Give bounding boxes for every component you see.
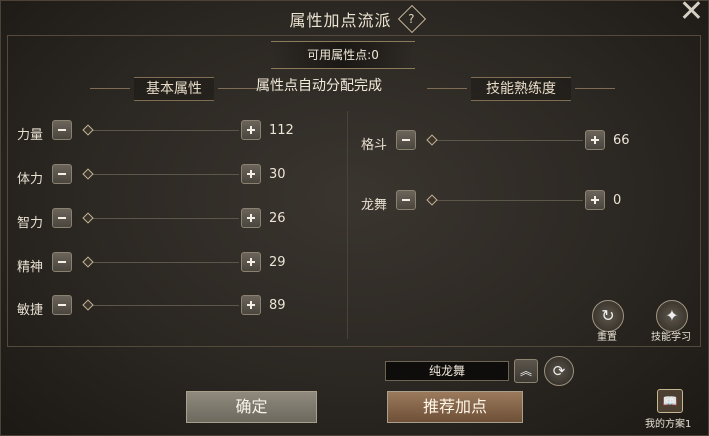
increase-button[interactable] bbox=[241, 120, 261, 140]
attribute-row-agility: 敏捷 89 bbox=[17, 295, 307, 319]
increase-button[interactable] bbox=[585, 130, 605, 150]
attribute-row-stamina: 体力 30 bbox=[17, 164, 307, 188]
slider-track[interactable] bbox=[433, 200, 583, 201]
slider-handle[interactable] bbox=[82, 168, 94, 180]
my-scheme-label[interactable]: 我的方案1 bbox=[645, 415, 691, 430]
increase-button[interactable] bbox=[241, 252, 261, 272]
attribute-row-intelligence: 智力 26 bbox=[17, 208, 307, 232]
attribute-panel: 属性加点流派 ? ✕ 可用属性点:0 基本属性 属性点自动分配完成 技能熟练度 … bbox=[0, 0, 709, 436]
confirm-button[interactable]: 确定 bbox=[186, 391, 317, 423]
slider-handle[interactable] bbox=[426, 194, 438, 206]
slider-handle[interactable] bbox=[82, 124, 94, 136]
skill-proficiency-header: 技能熟练度 bbox=[427, 77, 615, 101]
attribute-value: 30 bbox=[269, 167, 286, 182]
attribute-value: 89 bbox=[269, 298, 286, 313]
attribute-row-spirit: 精神 29 bbox=[17, 252, 307, 276]
reset-label: 重置 bbox=[597, 332, 617, 343]
attribute-label: 力量 bbox=[17, 128, 44, 143]
skill-value: 66 bbox=[613, 133, 630, 148]
slider-handle[interactable] bbox=[426, 134, 438, 146]
basic-attributes-header: 基本属性 bbox=[90, 77, 258, 101]
attribute-label: 智力 bbox=[17, 216, 44, 231]
available-points: 可用属性点:0 bbox=[271, 41, 415, 69]
column-divider bbox=[347, 111, 348, 339]
decrease-button[interactable] bbox=[52, 295, 72, 315]
slider-handle[interactable] bbox=[82, 212, 94, 224]
attribute-row-strength: 力量 112 bbox=[17, 120, 307, 144]
skill-label: 格斗 bbox=[361, 138, 388, 153]
attribute-label: 敏捷 bbox=[17, 303, 44, 318]
attribute-value: 112 bbox=[269, 123, 294, 138]
preset-select[interactable]: 纯龙舞 bbox=[385, 361, 509, 381]
auto-allocate-message: 属性点自动分配完成 bbox=[256, 78, 382, 94]
skill-row-fighting: 格斗 66 bbox=[361, 130, 651, 154]
slider-track[interactable] bbox=[89, 218, 239, 219]
decrease-button[interactable] bbox=[52, 208, 72, 228]
chevron-up-icon[interactable]: ︽ bbox=[514, 359, 538, 383]
slider-track[interactable] bbox=[89, 305, 239, 306]
attribute-label: 体力 bbox=[17, 172, 44, 187]
increase-button[interactable] bbox=[241, 295, 261, 315]
slider-track[interactable] bbox=[89, 174, 239, 175]
skill-row-dragon-dance: 龙舞 0 bbox=[361, 190, 651, 214]
decrease-button[interactable] bbox=[396, 130, 416, 150]
skill-label: 龙舞 bbox=[361, 198, 388, 213]
recommend-points-button[interactable]: 推荐加点 bbox=[387, 391, 523, 423]
skill-value: 0 bbox=[613, 193, 622, 208]
skill-learn-label: 技能学习 bbox=[651, 332, 691, 343]
decrease-button[interactable] bbox=[52, 252, 72, 272]
book-icon[interactable]: 📖 bbox=[657, 389, 683, 413]
slider-track[interactable] bbox=[89, 130, 239, 131]
panel-title-text: 属性加点流派 bbox=[289, 11, 392, 30]
increase-button[interactable] bbox=[241, 208, 261, 228]
close-icon[interactable]: ✕ bbox=[679, 1, 704, 27]
decrease-button[interactable] bbox=[52, 164, 72, 184]
attribute-label: 精神 bbox=[17, 260, 44, 275]
decrease-button[interactable] bbox=[396, 190, 416, 210]
attribute-value: 26 bbox=[269, 211, 286, 226]
help-icon[interactable]: ? bbox=[397, 4, 426, 34]
panel-title: 属性加点流派 ? bbox=[1, 4, 708, 34]
slider-track[interactable] bbox=[89, 262, 239, 263]
decrease-button[interactable] bbox=[52, 120, 72, 140]
attribute-value: 29 bbox=[269, 255, 286, 270]
slider-handle[interactable] bbox=[82, 299, 94, 311]
increase-button[interactable] bbox=[241, 164, 261, 184]
increase-button[interactable] bbox=[585, 190, 605, 210]
swap-icon[interactable]: ⟳ bbox=[544, 356, 574, 386]
slider-handle[interactable] bbox=[82, 256, 94, 268]
slider-track[interactable] bbox=[433, 140, 583, 141]
